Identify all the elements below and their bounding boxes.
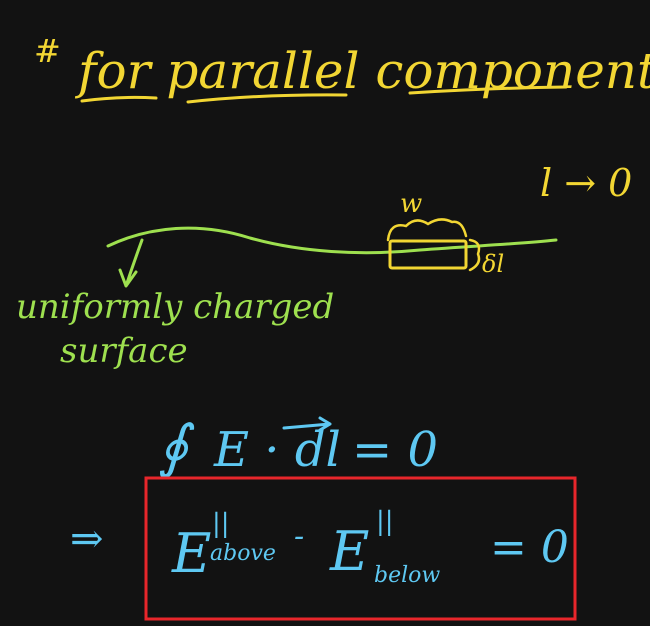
equation1-rhs: = 0 [352,422,438,478]
e-below-subscript: below [374,563,440,588]
whiteboard-canvas: # for parallel component l → 0 w δl unif… [16,32,650,621]
heading-hash: # [34,32,61,70]
surface-label: uniformly charged surface [16,287,334,371]
e-above-subscript: above [210,541,276,566]
implies-arrow: ⇒ [70,516,104,562]
integral-symbol: ∮ [158,412,195,480]
charged-surface-curve [106,226,558,255]
e-above: E [171,522,211,585]
e-below-parallel-mark: || [376,507,394,537]
loop-side-brace [468,238,481,272]
loop-width-brace [386,218,468,242]
loop-side-label: δl [482,250,504,278]
surface-label-line1: uniformly charged [16,287,334,327]
equation2-rhs: = 0 [490,522,569,573]
heading-text: for parallel component [74,42,650,100]
surface-pointer-arrow [118,238,144,288]
loop-rectangle [388,239,468,270]
equation-closed-line-integral: ∮ E · dl = 0 [158,412,438,480]
e-below: E [329,520,369,583]
e-above-parallel-mark: || [212,509,230,539]
heading: # for parallel component [34,32,650,100]
loop-width-label: w [400,189,422,219]
surface-label-line2: surface [60,331,188,371]
minus-sign: - [294,519,304,554]
equation-boundary-condition: E || above - E || below = 0 [171,507,569,588]
limit-note: l → 0 [540,161,632,205]
amperian-loop: w δl [386,189,504,278]
